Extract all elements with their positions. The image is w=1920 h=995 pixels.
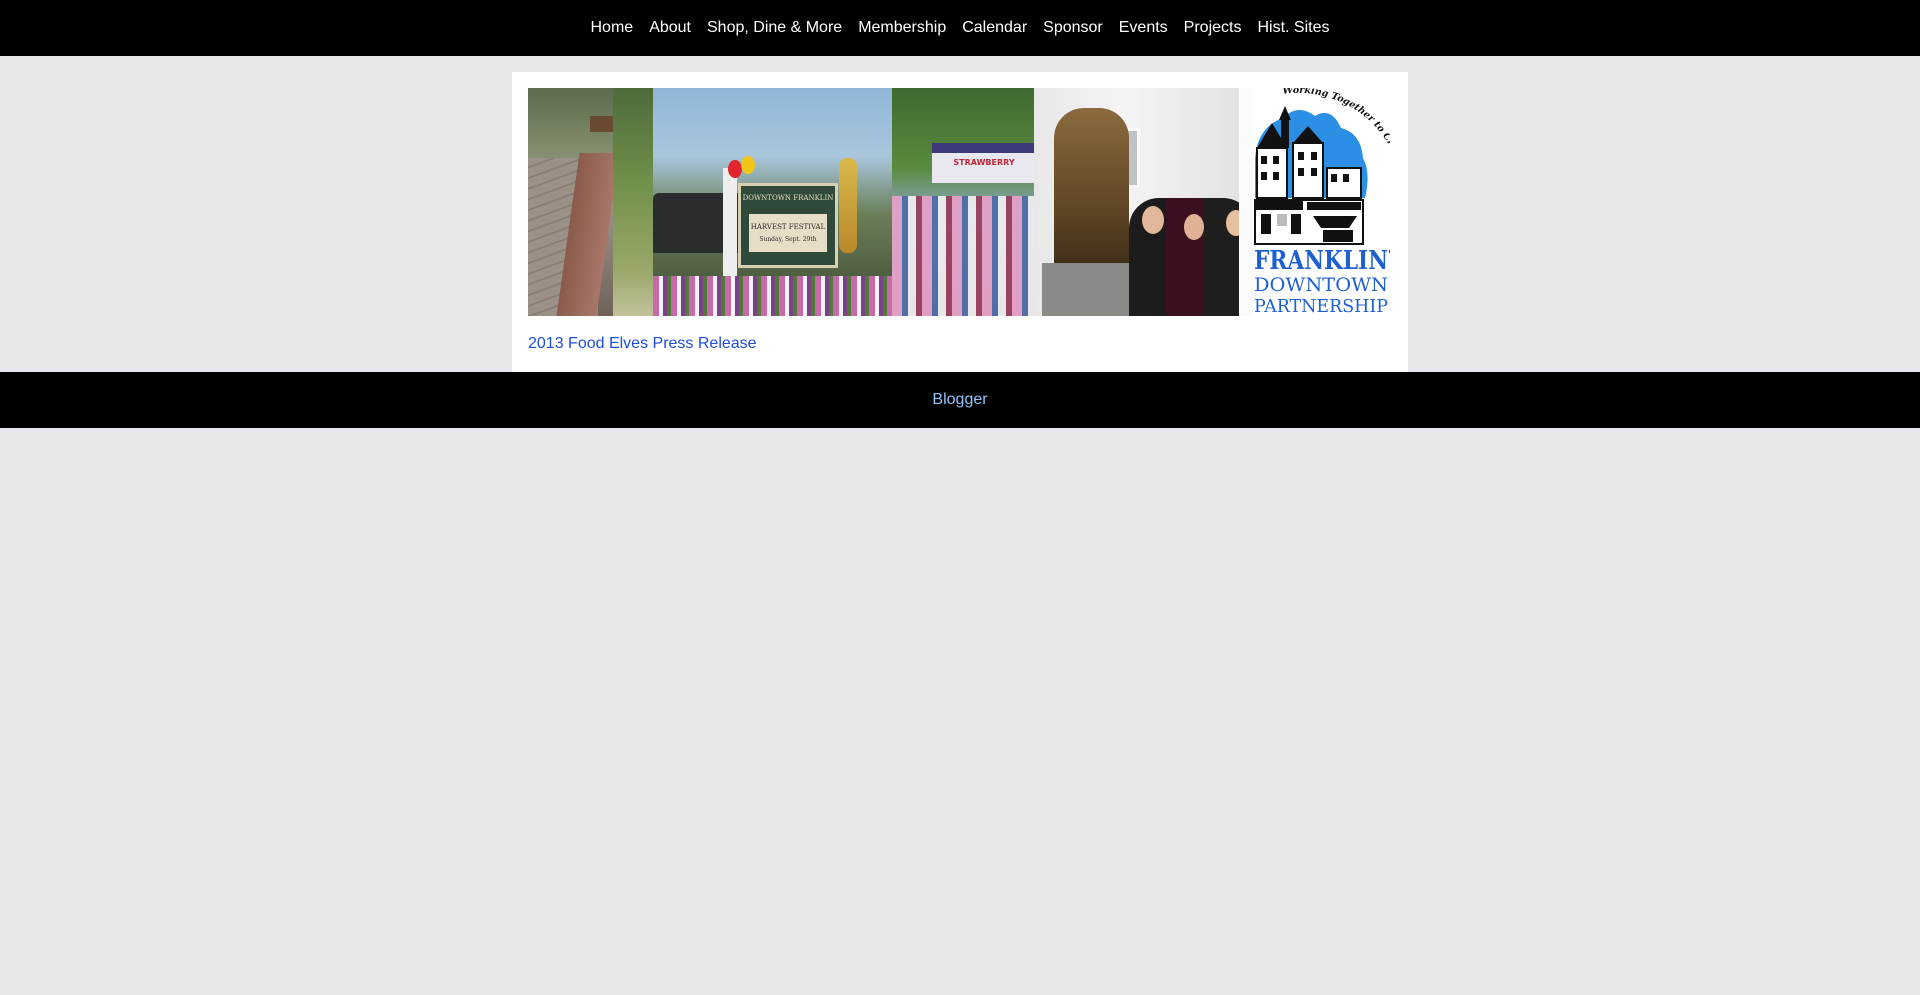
nav-item-sponsor[interactable]: Sponsor <box>1043 18 1103 38</box>
logo-name-line1: FRANKLIN <box>1254 246 1388 276</box>
banner-photo-strawberry-festival: STRAWBERRY <box>892 88 1034 316</box>
nav-list: Home About Shop, Dine & More Membership … <box>583 18 1338 38</box>
logo-name-line3: PARTNERSHIP <box>1254 296 1388 316</box>
top-navigation: Home About Shop, Dine & More Membership … <box>0 0 1920 56</box>
nav-item-membership[interactable]: Membership <box>858 18 946 38</box>
sign-name-text: DOWNTOWN FRANKLIN <box>743 194 834 202</box>
banner-photo-statue-group <box>1034 88 1253 316</box>
franklin-downtown-partnership-logo: Working Together to Create a Vital Downt… <box>1253 88 1390 316</box>
nav-item-shop-dine-more[interactable]: Shop, Dine & More <box>707 18 842 38</box>
harvest-festival-sign: DOWNTOWN FRANKLIN HARVEST FESTIVAL Sunda… <box>738 183 838 268</box>
nav-item-hist-sites[interactable]: Hist. Sites <box>1257 18 1329 38</box>
nav-item-events[interactable]: Events <box>1119 18 1168 38</box>
banner-photo-walkway <box>528 88 653 316</box>
page-footer: Blogger <box>0 372 1920 428</box>
nav-item-about[interactable]: About <box>649 18 691 38</box>
press-release-link[interactable]: 2013 Food Elves Press Release <box>528 335 757 352</box>
sign-event-text: HARVEST FESTIVAL <box>751 223 826 231</box>
logo-name-line2: DOWNTOWN <box>1254 274 1388 296</box>
banner-photo-harvest-festival-sign: DOWNTOWN FRANKLIN HARVEST FESTIVAL Sunda… <box>653 88 892 316</box>
sign-date-text: Sunday, Sept. 29th <box>759 236 816 243</box>
tent-banner-text: STRAWBERRY <box>953 158 1014 167</box>
nav-item-home[interactable]: Home <box>591 18 634 38</box>
header-banner-image: DOWNTOWN FRANKLIN HARVEST FESTIVAL Sunda… <box>528 88 1390 316</box>
content-card: DOWNTOWN FRANKLIN HARVEST FESTIVAL Sunda… <box>512 72 1408 372</box>
blogger-link[interactable]: Blogger <box>932 390 987 410</box>
nav-item-calendar[interactable]: Calendar <box>962 18 1027 38</box>
nav-item-projects[interactable]: Projects <box>1184 18 1242 38</box>
logo-graphic: Working Together to Create a Vital Downt… <box>1253 88 1390 316</box>
press-release-link-wrapper: 2013 Food Elves Press Release <box>528 334 757 354</box>
